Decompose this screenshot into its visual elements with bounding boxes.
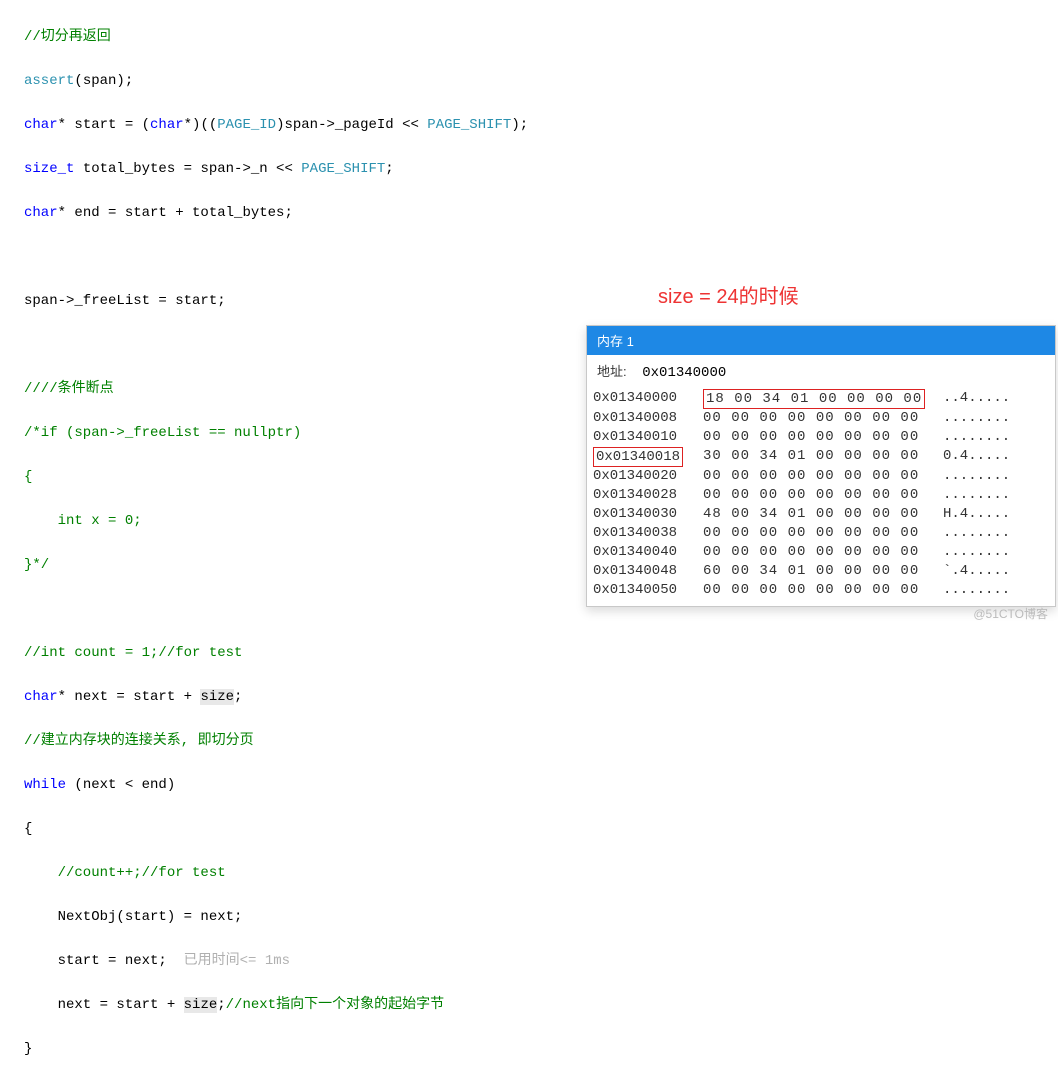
memory-address: 0x01340010 bbox=[593, 428, 703, 447]
memory-bytes: 00 00 00 00 00 00 00 00 bbox=[703, 467, 943, 486]
assert-call: assert bbox=[24, 73, 74, 89]
code-text: ); bbox=[511, 117, 528, 133]
memory-ascii: ........ bbox=[943, 486, 1010, 505]
memory-row[interactable]: 0x0134004000 00 00 00 00 00 00 00.......… bbox=[593, 543, 1049, 562]
code-comment: { bbox=[24, 469, 32, 485]
address-label: 地址: bbox=[597, 364, 627, 379]
memory-bytes: 48 00 34 01 00 00 00 00 bbox=[703, 505, 943, 524]
annotation-text: size = 24的时候 bbox=[658, 280, 799, 309]
memory-row[interactable]: 0x0134003800 00 00 00 00 00 00 00.......… bbox=[593, 524, 1049, 543]
memory-ascii: ........ bbox=[943, 428, 1010, 447]
highlight-token: size bbox=[184, 997, 218, 1013]
memory-row[interactable]: 0x0134002000 00 00 00 00 00 00 00.......… bbox=[593, 467, 1049, 486]
memory-row[interactable]: 0x0134004860 00 34 01 00 00 00 00`.4....… bbox=[593, 562, 1049, 581]
code-text: * end = start + total_bytes; bbox=[58, 205, 293, 221]
type-keyword: char bbox=[150, 117, 184, 133]
memory-address: 0x01340018 bbox=[593, 447, 703, 467]
memory-bytes: 18 00 34 01 00 00 00 00 bbox=[703, 389, 943, 409]
memory-window-title[interactable]: 内存 1 bbox=[587, 326, 1055, 355]
code-text: * next = start + bbox=[58, 689, 201, 705]
macro: PAGE_SHIFT bbox=[301, 161, 385, 177]
macro: PAGE_SHIFT bbox=[427, 117, 511, 133]
memory-ascii: ..4..... bbox=[943, 389, 1010, 409]
code-comment: //next指向下一个对象的起始字节 bbox=[226, 997, 444, 1013]
type-keyword: char bbox=[24, 205, 58, 221]
memory-bytes: 00 00 00 00 00 00 00 00 bbox=[703, 486, 943, 505]
memory-bytes: 00 00 00 00 00 00 00 00 bbox=[703, 409, 943, 428]
memory-ascii: ........ bbox=[943, 581, 1010, 600]
memory-row[interactable]: 0x0134005000 00 00 00 00 00 00 00.......… bbox=[593, 581, 1049, 600]
memory-address: 0x01340020 bbox=[593, 467, 703, 486]
type-keyword: size_t bbox=[24, 161, 74, 177]
perf-hint: 已用时间<= 1ms bbox=[184, 953, 290, 969]
memory-ascii: 0.4..... bbox=[943, 447, 1010, 467]
memory-ascii: ........ bbox=[943, 543, 1010, 562]
memory-row[interactable]: 0x0134001000 00 00 00 00 00 00 00.......… bbox=[593, 428, 1049, 447]
code-text: *)(( bbox=[184, 117, 218, 133]
memory-row[interactable]: 0x0134000018 00 34 01 00 00 00 00..4....… bbox=[593, 389, 1049, 409]
memory-ascii: ........ bbox=[943, 409, 1010, 428]
memory-ascii: `.4..... bbox=[943, 562, 1010, 581]
highlight-token: size bbox=[200, 689, 234, 705]
while-keyword: while bbox=[24, 777, 66, 793]
code-comment: //建立内存块的连接关系, 即切分页 bbox=[24, 733, 254, 749]
code-text: start = next; bbox=[24, 953, 167, 969]
code-text: next = start + bbox=[24, 997, 184, 1013]
code-text: * start = ( bbox=[58, 117, 150, 133]
type-keyword: char bbox=[24, 117, 58, 133]
memory-bytes: 00 00 00 00 00 00 00 00 bbox=[703, 524, 943, 543]
memory-bytes: 30 00 34 01 00 00 00 00 bbox=[703, 447, 943, 467]
code-text: total_bytes = span->_n << bbox=[74, 161, 301, 177]
code-text: (next < end) bbox=[66, 777, 175, 793]
memory-ascii: ........ bbox=[943, 524, 1010, 543]
code-comment: /*if (span->_freeList == nullptr) bbox=[24, 425, 301, 441]
code-text: ; bbox=[385, 161, 393, 177]
code-text: } bbox=[24, 1038, 1058, 1060]
macro: PAGE_ID bbox=[217, 117, 276, 133]
code-text: ; bbox=[234, 689, 242, 705]
code-comment: //count++;//for test bbox=[24, 865, 226, 881]
code-comment: }*/ bbox=[24, 557, 49, 573]
memory-ascii: ........ bbox=[943, 467, 1010, 486]
memory-ascii: H.4..... bbox=[943, 505, 1010, 524]
memory-bytes: 00 00 00 00 00 00 00 00 bbox=[703, 543, 943, 562]
memory-row[interactable]: 0x0134003048 00 34 01 00 00 00 00H.4....… bbox=[593, 505, 1049, 524]
memory-address: 0x01340028 bbox=[593, 486, 703, 505]
memory-row[interactable]: 0x0134001830 00 34 01 00 00 00 000.4....… bbox=[593, 447, 1049, 467]
memory-bytes: 00 00 00 00 00 00 00 00 bbox=[703, 428, 943, 447]
memory-address: 0x01340048 bbox=[593, 562, 703, 581]
memory-row[interactable]: 0x0134002800 00 00 00 00 00 00 00.......… bbox=[593, 486, 1049, 505]
memory-address: 0x01340030 bbox=[593, 505, 703, 524]
memory-rows: 0x0134000018 00 34 01 00 00 00 00..4....… bbox=[587, 387, 1055, 606]
code-text: ; bbox=[217, 997, 225, 1013]
memory-bytes: 00 00 00 00 00 00 00 00 bbox=[703, 581, 943, 600]
code-comment: //int count = 1;//for test bbox=[24, 645, 242, 661]
code-text: NextObj(start) = next; bbox=[24, 906, 1058, 928]
memory-address: 0x01340000 bbox=[593, 389, 703, 409]
code-text: (span); bbox=[74, 73, 133, 89]
address-input[interactable]: 0x01340000 bbox=[638, 363, 730, 383]
memory-bytes: 60 00 34 01 00 00 00 00 bbox=[703, 562, 943, 581]
code-comment: ////条件断点 bbox=[24, 381, 114, 397]
memory-row[interactable]: 0x0134000800 00 00 00 00 00 00 00.......… bbox=[593, 409, 1049, 428]
memory-address-bar: 地址: 0x01340000 bbox=[587, 355, 1055, 387]
memory-address: 0x01340050 bbox=[593, 581, 703, 600]
memory-address: 0x01340038 bbox=[593, 524, 703, 543]
memory-window[interactable]: 内存 1 地址: 0x01340000 0x0134000018 00 34 0… bbox=[586, 325, 1056, 607]
type-keyword: char bbox=[24, 689, 58, 705]
code-comment: //切分再返回 bbox=[24, 29, 111, 45]
code-comment: int x = 0; bbox=[24, 513, 142, 529]
code-text: )span->_pageId << bbox=[276, 117, 427, 133]
code-text: span->_freeList = start; bbox=[24, 290, 1058, 312]
watermark: @51CTO博客 bbox=[973, 605, 1048, 622]
memory-address: 0x01340008 bbox=[593, 409, 703, 428]
memory-address: 0x01340040 bbox=[593, 543, 703, 562]
code-text: { bbox=[24, 818, 1058, 840]
